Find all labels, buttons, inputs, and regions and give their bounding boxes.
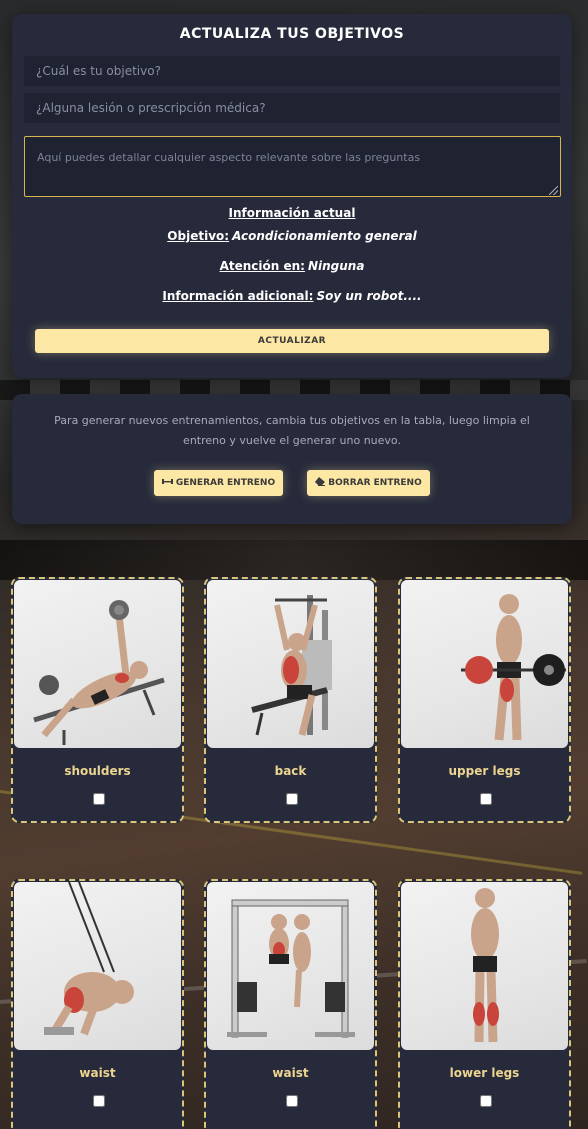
current-extra-value: Soy un robot.... [316,289,422,303]
current-extra-key: Información adicional: [162,289,314,303]
body-part-checkbox[interactable] [286,1095,298,1107]
back-exercise-image [207,580,374,748]
textarea-resize-handle[interactable] [549,186,558,195]
current-focus-row: Atención en: Ninguna [12,259,572,273]
clear-workout-button[interactable]: BORRAR ENTRENO [307,470,430,496]
body-part-label: lower legs [449,1066,520,1080]
generate-workout-label: GENERAR ENTRENO [175,478,276,488]
current-focus-value: Ninguna [307,259,365,273]
update-button[interactable]: ACTUALIZAR [35,329,549,353]
upper-legs-exercise-image [401,580,568,748]
body-part-card-waist[interactable]: waist [11,879,184,1129]
body-part-checkbox[interactable] [93,1095,105,1107]
body-part-label: back [274,764,307,778]
body-part-label: shoulders [64,764,131,778]
waist-hanging-exercise-image [207,882,374,1050]
body-part-label: waist [272,1066,309,1080]
body-part-card-shoulders[interactable]: shoulders [11,577,184,823]
lower-legs-exercise-image [401,882,568,1050]
current-goal-key: Objetivo: [167,229,230,243]
goal-input[interactable] [24,56,560,86]
body-part-label: waist [79,1066,116,1080]
current-focus-key: Atención en: [219,259,305,273]
body-part-label: upper legs [448,764,521,778]
form-title: ACTUALIZA TUS OBJETIVOS [179,26,405,42]
generate-workout-button[interactable]: GENERAR ENTRENO [154,470,283,496]
details-textarea[interactable] [24,136,561,197]
body-part-card-upper-legs[interactable]: upper legs [398,577,571,823]
body-part-card-lower-legs[interactable]: lower legs [398,879,571,1129]
clear-workout-label: BORRAR ENTRENO [328,478,422,488]
waist-exercise-image [14,882,181,1050]
current-goal-value: Acondicionamiento general [232,229,417,243]
eraser-icon [315,477,326,489]
injury-input[interactable] [24,93,560,123]
current-extra-row: Información adicional: Soy un robot.... [12,289,572,303]
body-part-checkbox[interactable] [286,793,298,805]
current-goal-row: Objetivo: Acondicionamiento general [12,229,572,243]
dumbbell-icon [161,478,173,488]
training-card: Para generar nuevos entrenamientos, camb… [12,394,572,524]
body-part-checkbox[interactable] [480,1095,492,1107]
body-part-card-waist-2[interactable]: waist [204,879,377,1129]
body-part-checkbox[interactable] [480,793,492,805]
goals-form-card: ACTUALIZA TUS OBJETIVOS Información actu… [12,14,572,378]
background-floor-shadow [0,540,588,580]
training-hint: Para generar nuevos entrenamientos, camb… [54,414,530,447]
body-part-checkbox[interactable] [93,793,105,805]
shoulders-exercise-image [14,580,181,748]
current-info-heading: Información actual [228,206,356,220]
body-part-card-back[interactable]: back [204,577,377,823]
